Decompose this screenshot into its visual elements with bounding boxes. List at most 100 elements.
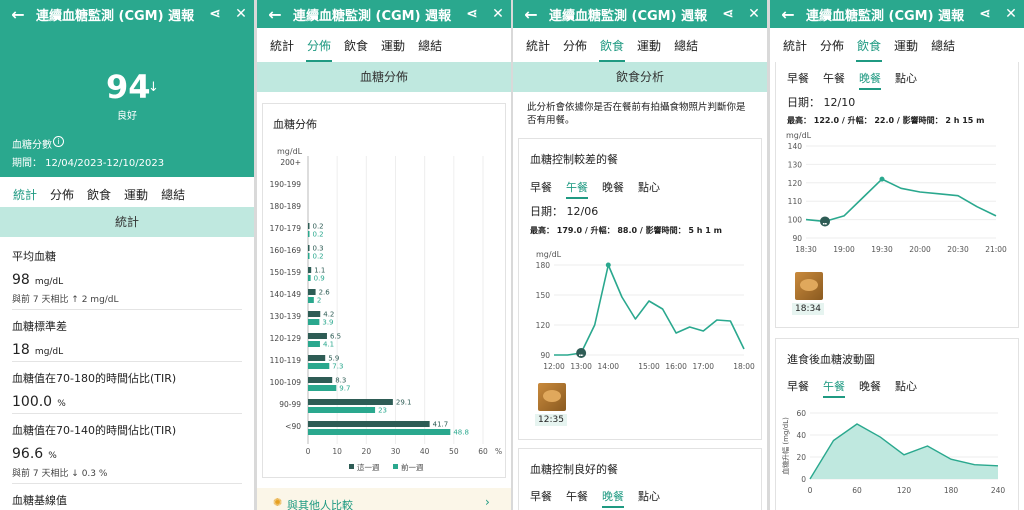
- tab-diet[interactable]: 飲食: [86, 180, 112, 209]
- tab-breakfast[interactable]: 早餐: [787, 67, 809, 89]
- series-line: [805, 178, 997, 223]
- info-icon[interactable]: i: [53, 136, 64, 147]
- tab-lunch[interactable]: 午餐: [823, 67, 845, 89]
- tab-snack[interactable]: 點心: [895, 67, 917, 89]
- y-tick-label: 90: [540, 351, 550, 360]
- tab-lunch[interactable]: 午餐: [566, 176, 588, 199]
- tab-diet[interactable]: 飲食: [599, 31, 626, 62]
- close-icon[interactable]: ✕: [998, 6, 1024, 22]
- food-photo[interactable]: [538, 383, 566, 411]
- bulb-icon: ✺: [273, 496, 283, 509]
- series-line: [554, 264, 745, 356]
- diet-detail-screen: ← 連續血糖監測 (CGM) 週報 ⋖ ✕ 統計 分佈 飲食 運動 總結 早餐 …: [770, 0, 1024, 510]
- tab-diet[interactable]: 飲食: [343, 31, 369, 60]
- tab-snack[interactable]: 點心: [638, 176, 660, 198]
- back-arrow-icon[interactable]: ←: [257, 5, 293, 24]
- worst-meal-card: 血糖控制較差的餐 早餐 午餐 晚餐 點心 日期： 12/06 最高： 179.0…: [518, 138, 762, 440]
- tab-stats[interactable]: 統計: [782, 31, 808, 60]
- y-axis-unit: mg/dL: [536, 250, 562, 259]
- photo-time: 18:34: [792, 303, 824, 315]
- close-icon[interactable]: ✕: [485, 6, 511, 22]
- tab-distribution[interactable]: 分佈: [819, 31, 845, 60]
- tab-exercise[interactable]: 運動: [380, 31, 406, 60]
- app-bar: ← 連續血糖監測 (CGM) 週報 ⋖ ✕: [770, 0, 1024, 28]
- food-photo[interactable]: [795, 272, 823, 300]
- bar-value-label: 23: [378, 407, 387, 415]
- x-tick-label: 16:00: [665, 362, 687, 371]
- tab-snack[interactable]: 點心: [895, 375, 917, 397]
- bar-value-label: 0.2: [313, 223, 324, 231]
- share-icon[interactable]: ⋖: [202, 6, 228, 22]
- x-tick-label: 60: [852, 486, 862, 495]
- tab-bar: 統計 分佈 飲食 運動 總結: [513, 28, 767, 62]
- bar: [308, 399, 393, 405]
- tab-lunch[interactable]: 午餐: [566, 485, 588, 507]
- tab-stats[interactable]: 統計: [525, 31, 551, 60]
- bar: [308, 385, 337, 391]
- bar-value-label: 0.2: [313, 231, 324, 239]
- card-title: 血糖控制較差的餐: [530, 153, 618, 166]
- tab-distribution[interactable]: 分佈: [49, 180, 75, 209]
- bar: [308, 407, 376, 413]
- tab-breakfast[interactable]: 早餐: [530, 485, 552, 507]
- bar: [308, 297, 314, 303]
- tab-snack[interactable]: 點心: [638, 485, 660, 507]
- back-arrow-icon[interactable]: ←: [0, 5, 36, 24]
- share-icon[interactable]: ⋖: [459, 6, 485, 22]
- bar: [308, 429, 451, 435]
- legend-label: 這一週: [357, 462, 380, 472]
- tab-diet[interactable]: 飲食: [856, 31, 883, 62]
- bar-value-label: 0.2: [313, 253, 324, 261]
- compare-row[interactable]: ✺ 與其他人比較 ›: [257, 488, 511, 510]
- bar-value-label: 48.8: [453, 429, 469, 437]
- tab-breakfast[interactable]: 早餐: [530, 176, 552, 198]
- tab-summary[interactable]: 總結: [160, 180, 186, 209]
- tab-exercise[interactable]: 運動: [636, 31, 662, 60]
- x-tick-label: 240: [991, 486, 1006, 495]
- bar: [308, 333, 327, 339]
- section-band: 飲食分析: [513, 62, 767, 92]
- tab-summary[interactable]: 總結: [417, 31, 443, 60]
- y-axis-label: 血糖升幅 (mg/dL): [781, 417, 790, 475]
- bar-value-label: 6.5: [330, 333, 341, 341]
- y-tick-label: 120: [788, 179, 803, 188]
- x-tick-label: 15:00: [638, 362, 660, 371]
- meal-tabs: 早餐 午餐 晚餐 點心: [530, 485, 674, 508]
- meal-stats: 最高： 122.0 / 升幅： 22.0 / 影響時間： 2 h 15 m: [787, 116, 985, 125]
- share-icon[interactable]: ⋖: [972, 6, 998, 22]
- tab-stats[interactable]: 統計: [269, 31, 295, 60]
- x-tick-label: 13:00: [570, 362, 592, 371]
- bar-value-label: 2: [317, 297, 321, 305]
- close-icon[interactable]: ✕: [228, 6, 254, 22]
- y-tick-label: 190-199: [270, 180, 302, 189]
- tab-distribution[interactable]: 分佈: [306, 31, 333, 62]
- tab-breakfast[interactable]: 早餐: [787, 375, 809, 397]
- tab-distribution[interactable]: 分佈: [562, 31, 588, 60]
- x-tick-label: 19:00: [833, 245, 855, 254]
- tab-dinner[interactable]: 晚餐: [859, 67, 881, 90]
- distribution-card: 血糖分佈 mg/dL 0 10 20 30 40 50 60% 200+ 190-199 180-1…: [262, 103, 506, 478]
- tab-dinner[interactable]: 晚餐: [859, 375, 881, 397]
- tab-exercise[interactable]: 運動: [893, 31, 919, 60]
- y-tick-label: 20: [796, 453, 806, 462]
- tab-dinner[interactable]: 晚餐: [602, 176, 624, 198]
- share-icon[interactable]: ⋖: [715, 6, 741, 22]
- y-tick-label: 110-119: [270, 356, 302, 365]
- tab-summary[interactable]: 總結: [930, 31, 956, 60]
- x-tick-label: 60: [478, 447, 488, 456]
- meal-tabs: 早餐 午餐 晚餐 點心: [787, 67, 931, 90]
- tab-stats[interactable]: 統計: [12, 180, 39, 211]
- y-tick-label: 180: [536, 261, 551, 270]
- stat-sd: 血糖標準差 18 mg/dL: [12, 314, 242, 362]
- tab-summary[interactable]: 總結: [673, 31, 699, 60]
- tab-lunch[interactable]: 午餐: [823, 375, 845, 398]
- y-tick-label: 140: [788, 142, 803, 151]
- tab-exercise[interactable]: 運動: [123, 180, 149, 209]
- meal-stats: 最高： 179.0 / 升幅： 88.0 / 影響時間： 5 h 1 m: [530, 226, 722, 235]
- x-tick-label: 20:00: [909, 245, 931, 254]
- back-arrow-icon[interactable]: ←: [770, 5, 806, 24]
- distribution-chart: mg/dL 0 10 20 30 40 50 60 % 200+ 190-199 180-189 170…: [270, 147, 502, 472]
- close-icon[interactable]: ✕: [741, 6, 767, 22]
- back-arrow-icon[interactable]: ←: [513, 5, 549, 24]
- tab-dinner[interactable]: 晚餐: [602, 485, 624, 508]
